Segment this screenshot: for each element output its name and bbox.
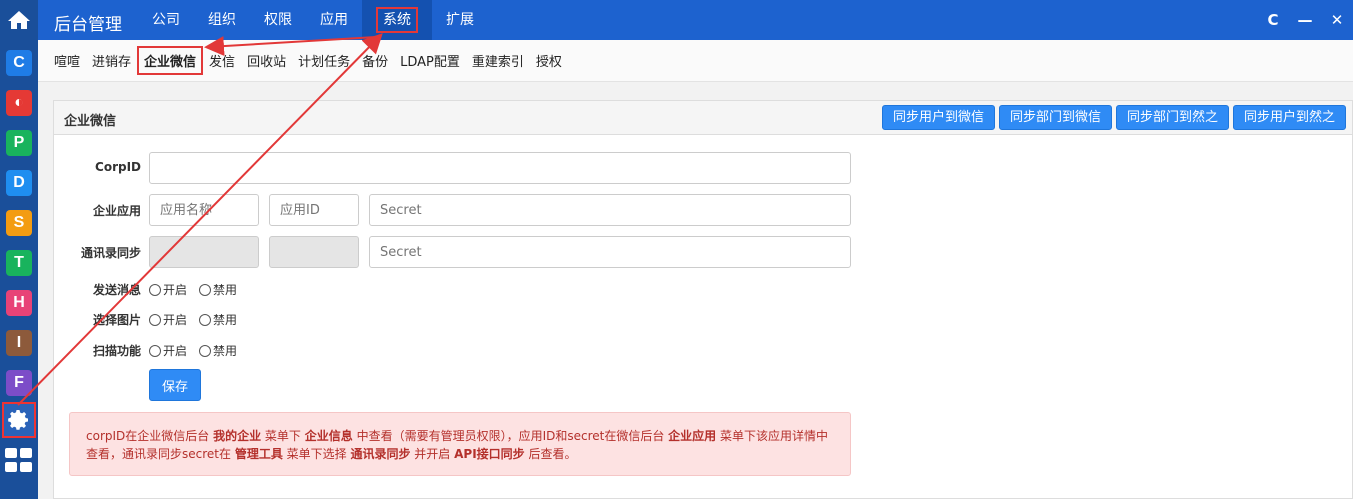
panel-title: 企业微信 xyxy=(64,114,117,129)
contact-sync-label: 通讯录同步 xyxy=(80,246,141,260)
subnav-item[interactable]: 回收站 xyxy=(241,51,292,70)
scan-on-radio[interactable] xyxy=(149,344,161,357)
app-sidebar: C ◐ P D S T H I F xyxy=(0,0,38,499)
sidebar-app-icon[interactable]: S xyxy=(6,210,32,236)
app-secret-input[interactable] xyxy=(369,194,851,226)
subnav-item[interactable]: 进销存 xyxy=(86,51,137,70)
app-label: 企业应用 xyxy=(92,204,141,218)
scan-label: 扫描功能 xyxy=(92,344,141,358)
alert-text: 中查看（需要有管理员权限），应用ID和secret在微信后台 xyxy=(352,429,669,443)
topnav-item-label: 应用 xyxy=(320,12,348,28)
scan-off-radio[interactable] xyxy=(199,344,212,357)
topnav-item[interactable]: 组织 xyxy=(194,0,250,40)
wechat-panel: 企业微信 同步用户到微信 同步部门到微信 同步部门到然之 同步用户到然之 CorpID… xyxy=(53,100,1353,499)
select-image-radios: 开启 禁用 xyxy=(149,311,249,328)
sidebar-app-icon[interactable]: C xyxy=(6,50,32,76)
top-navbar: 后台管理 公司 组织 权限 应用 系统 扩展 C — ✕ xyxy=(38,0,1353,40)
sync-button[interactable]: 同步部门到然之 xyxy=(1115,105,1229,130)
alert-bold: API接口同步 xyxy=(454,447,525,461)
scan-on-label: 开启 xyxy=(163,344,188,358)
topnav-item-label: 系统 xyxy=(376,7,418,33)
corpid-input[interactable] xyxy=(149,152,851,184)
sync-button[interactable]: 同步用户到然之 xyxy=(1232,105,1346,130)
refresh-icon[interactable]: C xyxy=(1257,0,1289,40)
alert-bold: 企业应用 xyxy=(668,429,717,443)
subnav-item[interactable]: 重建索引 xyxy=(466,51,530,70)
minimize-icon[interactable]: — xyxy=(1289,0,1321,40)
alert-text: 后查看。 xyxy=(524,447,577,461)
send-message-radios: 开启 禁用 xyxy=(149,281,249,298)
alert-bold: 管理工具 xyxy=(234,447,283,461)
topnav-item-label: 组织 xyxy=(208,12,236,28)
subnav-item[interactable]: 备份 xyxy=(356,51,394,70)
subnav-item[interactable]: 企业微信 xyxy=(137,46,204,75)
main-nav: 公司 组织 权限 应用 系统 扩展 xyxy=(138,0,488,40)
sidebar-app-icon[interactable]: I xyxy=(6,330,32,356)
image-off-radio[interactable] xyxy=(199,313,212,326)
send-message-row: 发送消息 开启 禁用 xyxy=(54,281,854,313)
topnav-item[interactable]: 系统 xyxy=(362,0,432,40)
app-name-input[interactable] xyxy=(149,194,259,226)
send-off-radio[interactable] xyxy=(199,283,212,296)
topnav-item[interactable]: 扩展 xyxy=(432,0,488,40)
sidebar-app-icon[interactable]: F xyxy=(6,370,32,396)
select-image-label: 选择图片 xyxy=(92,313,141,327)
sidebar-app-icon[interactable]: H xyxy=(6,290,32,316)
alert-bold: 通讯录同步 xyxy=(350,447,411,461)
topnav-item[interactable]: 应用 xyxy=(306,0,362,40)
save-button[interactable]: 保存 xyxy=(149,369,201,401)
alert-bold: 我的企业 xyxy=(213,429,262,443)
alert-text: 并开启 xyxy=(410,447,455,461)
app-row: 企业应用 xyxy=(54,194,854,226)
settings-gear-icon[interactable] xyxy=(2,402,36,438)
sync-button[interactable]: 同步部门到微信 xyxy=(998,105,1112,130)
sidebar-app-icon[interactable]: D xyxy=(6,170,32,196)
panel-header: 企业微信 同步用户到微信 同步部门到微信 同步部门到然之 同步用户到然之 xyxy=(54,101,1352,135)
topnav-item-label: 公司 xyxy=(152,12,180,28)
scan-radios: 开启 禁用 xyxy=(149,342,249,359)
sidebar-app-icon[interactable]: P xyxy=(6,130,32,156)
home-icon[interactable] xyxy=(0,0,38,40)
contact-secret-input[interactable] xyxy=(369,236,851,268)
subnav-item[interactable]: 喧喧 xyxy=(48,51,86,70)
app-title: 后台管理 xyxy=(54,15,122,35)
image-off-label: 禁用 xyxy=(213,313,238,327)
contact-sync-row: 通讯录同步 xyxy=(54,236,854,268)
topnav-item[interactable]: 公司 xyxy=(138,0,194,40)
send-message-label: 发送消息 xyxy=(92,283,141,297)
alert-bold: 企业信息 xyxy=(304,429,353,443)
sync-buttons: 同步用户到微信 同步部门到微信 同步部门到然之 同步用户到然之 xyxy=(878,105,1346,130)
sync-button[interactable]: 同步用户到微信 xyxy=(881,105,995,130)
subnav-item[interactable]: 发信 xyxy=(203,51,241,70)
subnav-item[interactable]: 授权 xyxy=(530,51,568,70)
topnav-item-label: 权限 xyxy=(264,12,292,28)
image-on-radio[interactable] xyxy=(149,313,161,326)
topnav-item[interactable]: 权限 xyxy=(250,0,306,40)
alert-text: corpID在企业微信后台 xyxy=(86,429,214,443)
contact-field-1 xyxy=(149,236,259,268)
corpid-row: CorpID xyxy=(54,152,854,184)
subnav-item[interactable]: LDAP配置 xyxy=(394,51,466,70)
alert-text: 菜单下选择 xyxy=(282,447,351,461)
alert-text: 菜单下 xyxy=(261,429,305,443)
sidebar-app-icon[interactable]: T xyxy=(6,250,32,276)
sub-nav: 喧喧 进销存 企业微信 发信 回收站 计划任务 备份 LDAP配置 重建索引 授权 xyxy=(38,40,1353,82)
window-controls: C — ✕ xyxy=(1257,0,1353,40)
send-off-label: 禁用 xyxy=(213,283,238,297)
scan-off-label: 禁用 xyxy=(213,344,238,358)
sidebar-app-icon[interactable]: ◐ xyxy=(6,90,32,116)
send-on-label: 开启 xyxy=(163,283,188,297)
image-on-label: 开启 xyxy=(163,313,188,327)
app-id-input[interactable] xyxy=(269,194,359,226)
close-icon[interactable]: ✕ xyxy=(1321,0,1353,40)
all-apps-grid-icon[interactable] xyxy=(5,448,33,472)
select-image-row: 选择图片 开启 禁用 xyxy=(54,311,854,343)
topnav-item-label: 扩展 xyxy=(446,12,474,28)
corpid-label: CorpID xyxy=(95,160,141,174)
subnav-item[interactable]: 计划任务 xyxy=(292,51,356,70)
help-alert: corpID在企业微信后台 我的企业 菜单下 企业信息 中查看（需要有管理员权限… xyxy=(69,412,851,476)
send-on-radio[interactable] xyxy=(149,283,161,296)
contact-field-2 xyxy=(269,236,359,268)
